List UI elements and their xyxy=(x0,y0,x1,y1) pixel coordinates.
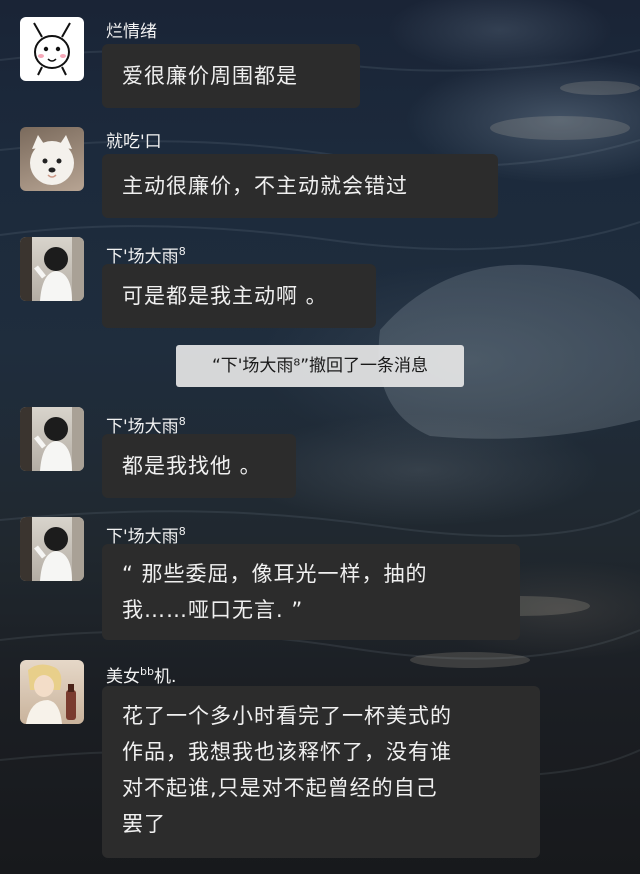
sender-name-suffix: bb xyxy=(140,665,154,678)
message-bubble[interactable]: “ 那些委屈，像耳光一样，抽的 我……哑口无言. ” xyxy=(102,544,520,640)
message-line: 花了一个多小时看完了一杯美式的 xyxy=(122,704,452,728)
girl-photo xyxy=(20,517,84,581)
message-bubble[interactable]: 爱很廉价周围都是 xyxy=(102,44,360,108)
message-line: 作品，我想我也该释怀了，没有谁 xyxy=(122,740,452,764)
sender-name-suffix: 8 xyxy=(178,525,186,538)
girl-photo xyxy=(20,407,84,471)
avatar[interactable] xyxy=(20,660,84,724)
cartoon-rabbit-icon xyxy=(33,22,71,76)
sender-name-suffix: 8 xyxy=(178,415,186,428)
avatar[interactable] xyxy=(20,237,84,301)
avatar[interactable] xyxy=(20,17,84,81)
sender-name-text: 美女 xyxy=(106,667,140,687)
sender-name-suffix: 8 xyxy=(178,245,186,258)
message-bubble[interactable]: 花了一个多小时看完了一杯美式的 作品，我想我也该释怀了，没有谁 对不起谁,只是对… xyxy=(102,686,540,858)
recall-notice: “下'场大雨⁸”撤回了一条消息 xyxy=(176,345,464,387)
sender-name-tail: 机. xyxy=(153,667,177,687)
message-line: 罢了 xyxy=(122,812,166,836)
sender-name: 美女bb机. xyxy=(106,662,176,687)
message-bubble[interactable]: 都是我找他 。 xyxy=(102,434,296,498)
avatar[interactable] xyxy=(20,127,84,191)
blonde-girl-photo xyxy=(26,664,76,724)
sender-name: 烂情绪 xyxy=(106,22,157,42)
avatar[interactable] xyxy=(20,517,84,581)
avatar[interactable] xyxy=(20,407,84,471)
message-line: 我……哑口无言. ” xyxy=(122,598,304,622)
sender-name: 就吃'口 xyxy=(106,132,162,152)
message-bubble[interactable]: 主动很廉价，不主动就会错过 xyxy=(102,154,498,218)
girl-photo xyxy=(20,237,84,301)
message-bubble[interactable]: 可是都是我主动啊 。 xyxy=(102,264,376,328)
white-dog-photo xyxy=(30,135,74,185)
message-line: 对不起谁,只是对不起曾经的自己 xyxy=(122,776,438,800)
message-line: “ 那些委屈，像耳光一样，抽的 xyxy=(122,562,428,586)
